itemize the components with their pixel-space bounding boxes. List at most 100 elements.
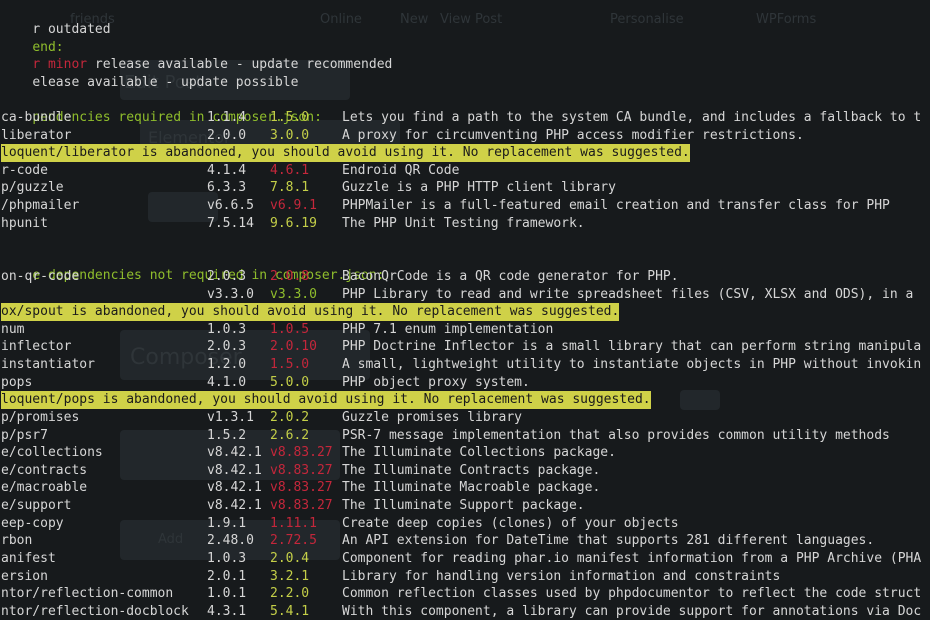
latest-version: 5.4.1	[270, 603, 310, 619]
package-name: anifest	[1, 550, 56, 566]
latest-version: 7.8.1	[270, 180, 310, 196]
current-version: 1.0.3	[207, 550, 247, 566]
current-version: v3.3.0	[207, 286, 254, 302]
package-description: The Illuminate Support package.	[342, 498, 585, 514]
package-row: e/contracts v8.42.1 v8.83.27 The Illuminate…	[0, 462, 930, 480]
package-row: pops 4.1.0 5.0.0 PHP object proxy system.	[0, 374, 930, 392]
package-row: liberator 2.0.0 3.0.0 A proxy for circumven…	[0, 127, 930, 145]
latest-version: 2.2.0	[270, 586, 310, 602]
current-version: v1.3.1	[207, 409, 254, 425]
latest-version: 3.0.0	[270, 127, 310, 143]
package-row: eep-copy 1.9.1 1.11.1 Create deep copies (c…	[0, 515, 930, 533]
package-description: BaconQrCode is a QR code generator for P…	[342, 269, 679, 284]
package-row: rbon 2.48.0 2.72.5 An API extension for Dat…	[0, 532, 930, 550]
latest-version: 1.0.5	[270, 321, 310, 337]
legend-title-line: end:	[1, 21, 63, 55]
package-name: liberator	[1, 127, 72, 143]
package-description: A small, lightweight utility to instanti…	[342, 357, 922, 373]
current-version: 1.0.1	[207, 586, 247, 602]
package-name: e/support	[1, 498, 72, 514]
package-name: ca-bundle	[1, 110, 72, 125]
package-row: num 1.0.3 1.0.5 PHP 7.1 enum implementation	[0, 321, 930, 339]
abandoned-warning-line: loquent/pops is abandoned, you should av…	[0, 391, 930, 409]
package-description: PHPMailer is a full-featured email creat…	[342, 198, 890, 213]
latest-version: 1.5.0	[270, 357, 310, 373]
transitive-deps-title-line: e dependencies not required in composer.…	[1, 249, 384, 283]
package-description: Common reflection classes used by phpdoc…	[342, 586, 922, 602]
package-row: v3.3.0 v3.3.0 PHP Library to read and writ…	[0, 286, 930, 304]
current-version: v8.42.1	[207, 498, 262, 514]
package-name: hpunit	[1, 215, 48, 231]
package-row: hpunit 7.5.14 9.6.19 The PHP Unit Testing f…	[0, 215, 930, 233]
package-row: ersion 2.0.1 3.2.1 Library for handling ver…	[0, 568, 930, 586]
current-version: v6.6.5	[207, 198, 254, 213]
latest-version: 2.6.2	[270, 427, 310, 443]
package-description: Lets you find a path to the system CA bu…	[342, 110, 922, 125]
package-name: e/collections	[1, 445, 103, 461]
latest-version: v8.83.27	[270, 498, 333, 514]
current-version: 2.48.0	[207, 533, 254, 549]
current-version: v8.42.1	[207, 445, 262, 461]
abandoned-warning: loquent/liberator is abandoned, you shou…	[1, 144, 690, 162]
package-row: e/support v8.42.1 v8.83.27 The Illuminate S…	[0, 497, 930, 515]
direct-deps-title-line: pendencies required in composer.json:	[1, 91, 322, 125]
ghost-label: View Post	[440, 12, 503, 27]
terminal-line: r outdated	[1, 3, 110, 37]
package-description: PHP 7.1 enum implementation	[342, 321, 554, 337]
package-row: ntor/reflection-docblock 4.3.1 5.4.1 With t…	[0, 603, 930, 620]
latest-version: 3.2.1	[270, 568, 310, 584]
current-version: 1.0.3	[207, 321, 247, 337]
latest-version: 9.6.19	[270, 215, 317, 231]
current-version: 6.3.3	[207, 180, 247, 196]
latest-version: v8.83.27	[270, 445, 333, 461]
package-row: anifest 1.0.3 2.0.4 Component for reading p…	[0, 550, 930, 568]
package-description: The Illuminate Macroable package.	[342, 480, 601, 496]
package-description: An API extension for DateTime that suppo…	[342, 533, 875, 549]
abandoned-warning: loquent/pops is abandoned, you should av…	[1, 391, 651, 409]
legend-minor-line: r minor release available - update recom…	[1, 38, 392, 72]
latest-version: v3.3.0	[270, 286, 317, 302]
package-name: on-qr-code	[1, 269, 80, 284]
current-version: 2.0.1	[207, 568, 247, 584]
package-row: p/guzzle 6.3.3 7.8.1 Guzzle is a PHP HTTP c…	[0, 179, 930, 197]
package-name: pops	[1, 374, 33, 390]
latest-version: 1.5.0	[270, 110, 310, 125]
package-description: The Illuminate Contracts package.	[342, 462, 601, 478]
current-version: v8.42.1	[207, 480, 262, 496]
package-description: PHP Library to read and write spreadshee…	[342, 286, 914, 302]
package-name: /phpmailer	[1, 198, 80, 213]
latest-version: v8.83.27	[270, 480, 333, 496]
package-row: ntor/reflection-common 1.0.1 2.2.0 Common r…	[0, 585, 930, 603]
abandoned-warning: ox/spout is abandoned, you should avoid …	[1, 303, 620, 321]
package-description: Guzzle is a PHP HTTP client library	[342, 180, 616, 196]
current-version: 1.5.2	[207, 427, 247, 443]
package-row: on-qr-code 2.0.3 2.0.8 BaconQrCode is a QR …	[0, 268, 930, 286]
package-row: inflector 2.0.3 2.0.10 PHP Doctrine Inflect…	[0, 338, 930, 356]
latest-version: 2.0.2	[270, 409, 310, 425]
abandoned-warning-line: ox/spout is abandoned, you should avoid …	[0, 303, 930, 321]
package-name: ntor/reflection-common	[1, 586, 174, 602]
package-description: PSR-7 message implementation that also p…	[342, 427, 890, 443]
package-name: instantiator	[1, 357, 95, 373]
latest-version: v8.83.27	[270, 462, 333, 478]
latest-version: 1.11.1	[270, 515, 317, 531]
package-name: rbon	[1, 533, 33, 549]
package-description: Component for reading phar.io manifest i…	[342, 550, 922, 566]
package-description: Endroid QR Code	[342, 162, 460, 178]
current-version: 4.1.0	[207, 374, 247, 390]
latest-version: 2.72.5	[270, 533, 317, 549]
package-row: r-code 4.1.4 4.6.1 Endroid QR Code	[0, 162, 930, 180]
current-version: 2.0.3	[207, 339, 247, 355]
package-name: r-code	[1, 162, 48, 178]
package-name: num	[1, 321, 25, 337]
current-version: 2.0.0	[207, 127, 247, 143]
package-row: p/promises v1.3.1 2.0.2 Guzzle promises lib…	[0, 409, 930, 427]
package-description: PHP Doctrine Inflector is a small librar…	[342, 339, 922, 355]
legend-possible-line: elease available - update possible	[1, 56, 298, 90]
package-name: ntor/reflection-docblock	[1, 603, 189, 619]
current-version: 7.5.14	[207, 215, 254, 231]
current-version: v8.42.1	[207, 462, 262, 478]
package-name: p/promises	[1, 409, 80, 425]
current-version: 1.9.1	[207, 515, 247, 531]
ghost-label: WPForms	[756, 12, 817, 27]
